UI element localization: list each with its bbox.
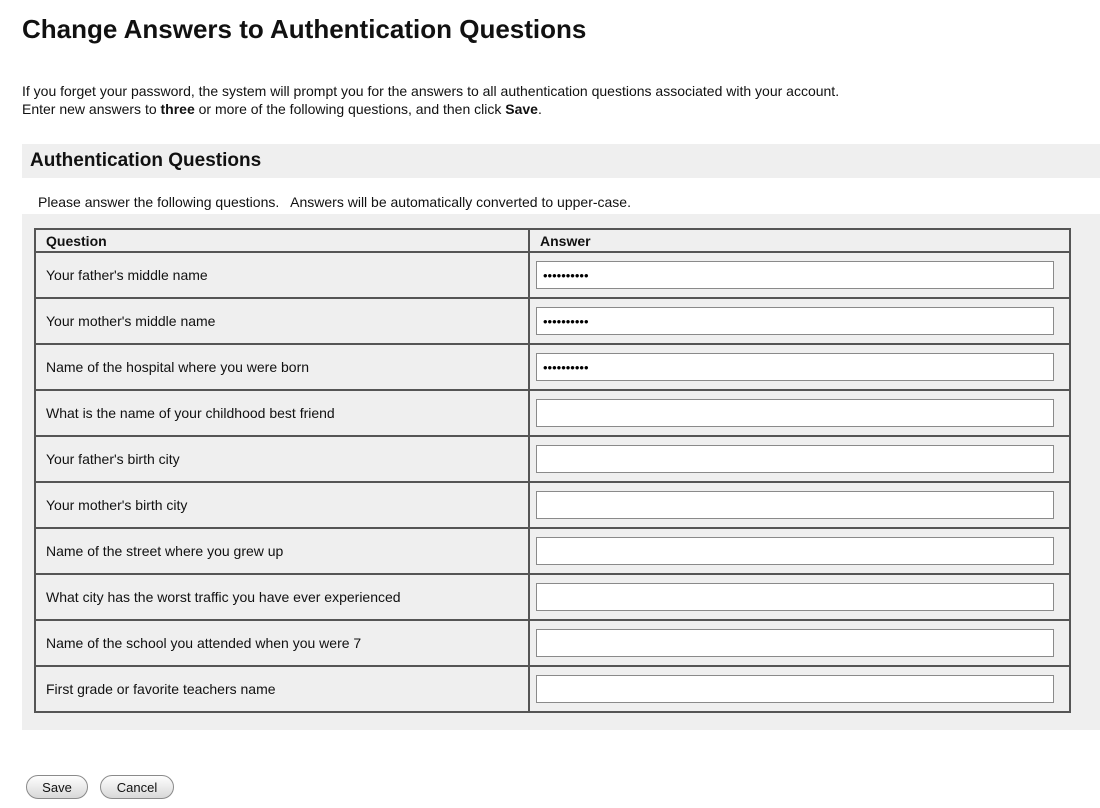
answer-input[interactable] [536, 307, 1054, 335]
answer-cell [528, 573, 1071, 621]
question-label: Your mother's birth city [34, 481, 530, 529]
table-row: Your father's birth city [34, 435, 1071, 483]
answer-cell [528, 619, 1071, 667]
table-row: First grade or favorite teachers name [34, 665, 1071, 713]
table-row: Your mother's birth city [34, 481, 1071, 529]
question-label: What city has the worst traffic you have… [34, 573, 530, 621]
cancel-button[interactable]: Cancel [100, 775, 174, 799]
answer-input[interactable] [536, 491, 1054, 519]
intro-save-emphasis: Save [505, 101, 538, 117]
questions-table: Question Answer Your father's middle nam… [34, 228, 1071, 713]
intro-line-2-mid: or more of the following questions, and … [194, 101, 506, 117]
intro-text: If you forget your password, the system … [22, 82, 1098, 118]
question-label: Your father's middle name [34, 251, 530, 299]
instructions-text: Please answer the following questions. A… [38, 194, 631, 210]
intro-line-2: Enter new answers to three or more of th… [22, 100, 1098, 118]
answer-input[interactable] [536, 583, 1054, 611]
page: Change Answers to Authentication Questio… [0, 0, 1100, 808]
question-label: Your father's birth city [34, 435, 530, 483]
table-row: Your mother's middle name [34, 297, 1071, 345]
page-title: Change Answers to Authentication Questio… [22, 14, 587, 44]
table-row: What city has the worst traffic you have… [34, 573, 1071, 621]
intro-line-1: If you forget your password, the system … [22, 83, 840, 99]
answer-cell [528, 389, 1071, 437]
intro-three-emphasis: three [160, 101, 195, 117]
answer-column-header: Answer [528, 228, 1071, 253]
question-label: Name of the school you attended when you… [34, 619, 530, 667]
table-row: Name of the street where you grew up [34, 527, 1071, 575]
table-row: Name of the school you attended when you… [34, 619, 1071, 667]
table-row: Your father's middle name [34, 251, 1071, 299]
answer-cell [528, 527, 1071, 575]
answer-input[interactable] [536, 399, 1054, 427]
table-row: Name of the hospital where you were born [34, 343, 1071, 391]
answer-cell [528, 297, 1071, 345]
section-title: Authentication Questions [30, 150, 262, 171]
answer-input[interactable] [536, 629, 1054, 657]
section-header: Authentication Questions [22, 144, 1100, 178]
question-label: Name of the street where you grew up [34, 527, 530, 575]
answer-cell [528, 251, 1071, 299]
question-label: Name of the hospital where you were born [34, 343, 530, 391]
question-label: Your mother's middle name [34, 297, 530, 345]
question-column-header: Question [34, 228, 530, 253]
answer-cell [528, 665, 1071, 713]
answer-input[interactable] [536, 261, 1054, 289]
intro-line-2-end: . [537, 101, 542, 117]
answer-cell [528, 343, 1071, 391]
table-row: What is the name of your childhood best … [34, 389, 1071, 437]
answer-input[interactable] [536, 445, 1054, 473]
intro-line-2-text: Enter new answers to [22, 101, 161, 117]
answer-input[interactable] [536, 537, 1054, 565]
answer-input[interactable] [536, 675, 1054, 703]
answer-cell [528, 435, 1071, 483]
save-button[interactable]: Save [26, 775, 88, 799]
answer-input[interactable] [536, 353, 1054, 381]
table-header-row: Question Answer [34, 228, 1071, 253]
question-label: What is the name of your childhood best … [34, 389, 530, 437]
answer-cell [528, 481, 1071, 529]
question-label: First grade or favorite teachers name [34, 665, 530, 713]
